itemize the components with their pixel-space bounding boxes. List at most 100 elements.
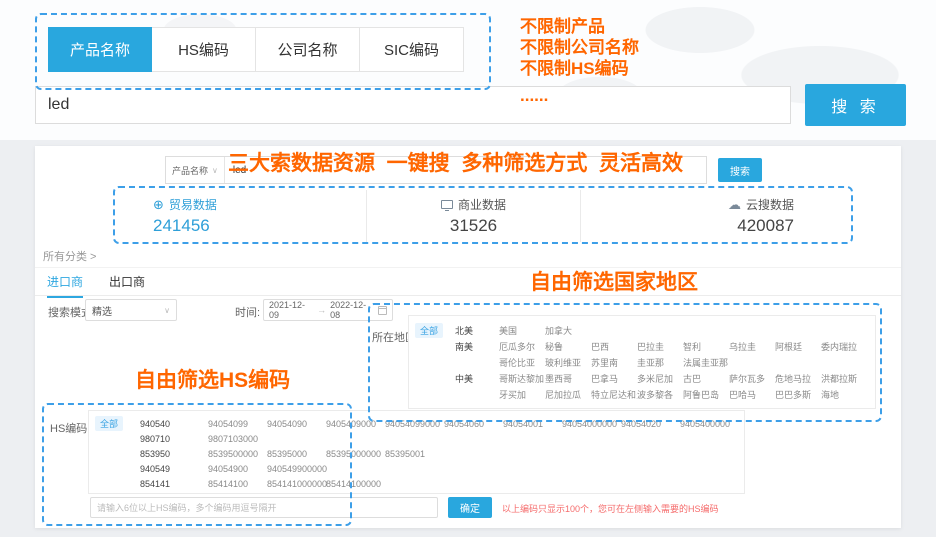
hs-parent-code[interactable]: 854141 [140, 479, 208, 489]
mini-search-button[interactable]: 搜索 [718, 158, 762, 182]
hs-child-code[interactable]: 85395000000 [326, 449, 385, 459]
region-country[interactable]: 巴哈马 [729, 388, 775, 401]
region-country[interactable]: 哥斯达黎加 [499, 372, 545, 385]
hs-parent-code[interactable]: 940540 [140, 419, 208, 429]
region-country[interactable]: 美国 [499, 324, 545, 337]
hs-child-code[interactable]: 9405409000 [326, 419, 385, 429]
hs-code-input[interactable] [90, 497, 438, 518]
date-range-picker[interactable]: 2021-12-09 → 2022-12-08 [263, 299, 393, 321]
stat-label: 商业数据 [458, 196, 506, 213]
chevron-down-icon: ∨ [164, 306, 170, 315]
stat-value: 420087 [737, 216, 794, 236]
region-country[interactable]: 秘鲁 [545, 340, 591, 353]
hero-tab-产品名称[interactable]: 产品名称 [48, 27, 152, 72]
hs-code-row: 8541418541410085414100000085414100000 [95, 476, 744, 491]
stat-云搜数据[interactable]: ☁云搜数据 420087 [580, 190, 849, 242]
divider [35, 295, 901, 296]
region-country[interactable]: 巴拿马 [591, 372, 637, 385]
hs-parent-code[interactable]: 980710 [140, 434, 208, 444]
hero-tab-HS编码[interactable]: HS编码 [152, 27, 256, 72]
mini-search-category-value: 产品名称 [172, 164, 208, 177]
hs-confirm-button[interactable]: 确定 [448, 497, 492, 518]
hs-all-chip[interactable]: 全部 [95, 416, 123, 431]
hs-child-code[interactable]: 85395001 [385, 449, 444, 459]
hs-child-code[interactable]: 94054099000 [385, 419, 444, 429]
stat-商业数据[interactable]: 商业数据31526 [366, 190, 580, 242]
region-country[interactable]: 巴巴多斯 [775, 388, 821, 401]
region-group-南美[interactable]: 南美 [455, 340, 499, 353]
hs-child-code[interactable]: 940549900000 [267, 464, 326, 474]
calendar-icon [378, 306, 387, 315]
hs-parent-code[interactable]: 940549 [140, 464, 208, 474]
region-country[interactable]: 巴拉圭 [637, 340, 683, 353]
hs-child-code[interactable]: 94054060 [444, 419, 503, 429]
hs-code-filter-label: HS编码: [50, 420, 90, 436]
hs-child-code[interactable]: 854141000000 [267, 479, 326, 489]
mini-search-category-select[interactable]: 产品名称 ∨ [166, 157, 225, 183]
hs-child-code[interactable]: 94054099 [208, 419, 267, 429]
hs-child-code[interactable]: 94054000000 [562, 419, 621, 429]
hs-child-code[interactable]: 85395000 [267, 449, 326, 459]
hs-code-filter-panel: 全部94054094054099940540909405409000940540… [88, 410, 745, 494]
monitor-icon [441, 200, 453, 209]
annotation-region-filter: 自由筛选国家地区 [530, 266, 698, 296]
hs-code-row: 9807109807103000 [95, 431, 744, 446]
region-group-北美[interactable]: 北美 [455, 324, 499, 337]
hs-child-code[interactable]: 85414100 [208, 479, 267, 489]
region-country[interactable]: 尼加拉瓜 [545, 388, 591, 401]
hs-child-code[interactable]: 9405400000 [680, 419, 739, 429]
region-country[interactable]: 海地 [821, 388, 867, 401]
region-row: 南美厄瓜多尔秘鲁巴西巴拉圭智利乌拉圭阿根廷委内瑞拉 [415, 338, 875, 354]
region-group-中美[interactable]: 中美 [455, 372, 499, 385]
region-country[interactable]: 哥伦比亚 [499, 356, 545, 369]
region-country[interactable]: 法属圭亚那 [683, 356, 729, 369]
hero-tab-bar: 产品名称HS编码公司名称SIC编码 [48, 27, 464, 72]
region-country[interactable]: 多米尼加 [637, 372, 683, 385]
annotation-hs-filter: 自由筛选HS编码 [135, 364, 290, 394]
region-country[interactable]: 厄瓜多尔 [499, 340, 545, 353]
main-panel: 产品名称 ∨ led 搜索 三大索数据资源 一键搜 多种筛选方式 灵活高效 ⊕贸… [35, 146, 901, 528]
hero-tab-SIC编码[interactable]: SIC编码 [360, 27, 464, 72]
region-country[interactable]: 危地马拉 [775, 372, 821, 385]
region-country[interactable]: 巴西 [591, 340, 637, 353]
hs-child-code[interactable]: 94054090 [267, 419, 326, 429]
region-country[interactable]: 特立尼达和多巴... [591, 388, 637, 401]
hero-tab-公司名称[interactable]: 公司名称 [256, 27, 360, 72]
region-country[interactable]: 圭亚那 [637, 356, 683, 369]
hs-parent-code[interactable]: 853950 [140, 449, 208, 459]
region-country[interactable]: 阿根廷 [775, 340, 821, 353]
region-country[interactable]: 玻利维亚 [545, 356, 591, 369]
region-country[interactable]: 墨西哥 [545, 372, 591, 385]
hs-child-code[interactable]: 94054900 [208, 464, 267, 474]
region-country[interactable]: 乌拉圭 [729, 340, 775, 353]
hero-search-input[interactable] [35, 86, 791, 124]
region-country[interactable]: 波多黎各 [637, 388, 683, 401]
region-country[interactable]: 古巴 [683, 372, 729, 385]
hero-search-button[interactable]: 搜 索 [805, 84, 906, 126]
breadcrumb[interactable]: 所有分类 > [43, 248, 96, 264]
stat-贸易数据[interactable]: ⊕贸易数据241456 [115, 190, 366, 242]
hs-code-row: 94054994054900940549900000 [95, 461, 744, 476]
hs-child-code[interactable]: 85414100000 [326, 479, 385, 489]
hero-annotation-ellipsis: ...... [520, 86, 548, 106]
region-country[interactable]: 苏里南 [591, 356, 637, 369]
hs-child-code[interactable]: 94054020 [621, 419, 680, 429]
divider [35, 267, 901, 268]
stat-header: ☁云搜数据 [728, 196, 794, 213]
hs-child-code[interactable]: 94054001 [503, 419, 562, 429]
hs-child-code[interactable]: 9807103000 [208, 434, 267, 444]
region-country[interactable]: 委内瑞拉 [821, 340, 867, 353]
stat-header: 商业数据 [441, 196, 506, 213]
region-country[interactable]: 加拿大 [545, 324, 591, 337]
region-country[interactable]: 阿鲁巴岛 [683, 388, 729, 401]
region-row: 全部北美美国加拿大 [415, 322, 875, 338]
region-country[interactable]: 牙买加 [499, 388, 545, 401]
hs-child-code[interactable]: 8539500000 [208, 449, 267, 459]
search-mode-select[interactable]: 精选 ∨ [85, 299, 177, 321]
region-all-chip[interactable]: 全部 [415, 323, 443, 338]
region-country[interactable]: 洪都拉斯 [821, 372, 867, 385]
region-country[interactable]: 萨尔瓦多 [729, 372, 775, 385]
hs-code-row: 8539508539500000853950008539500000085395… [95, 446, 744, 461]
region-country[interactable]: 智利 [683, 340, 729, 353]
hs-limit-note: 以上编码只显示100个，您可在左侧输入需要的HS编码 [502, 502, 719, 515]
